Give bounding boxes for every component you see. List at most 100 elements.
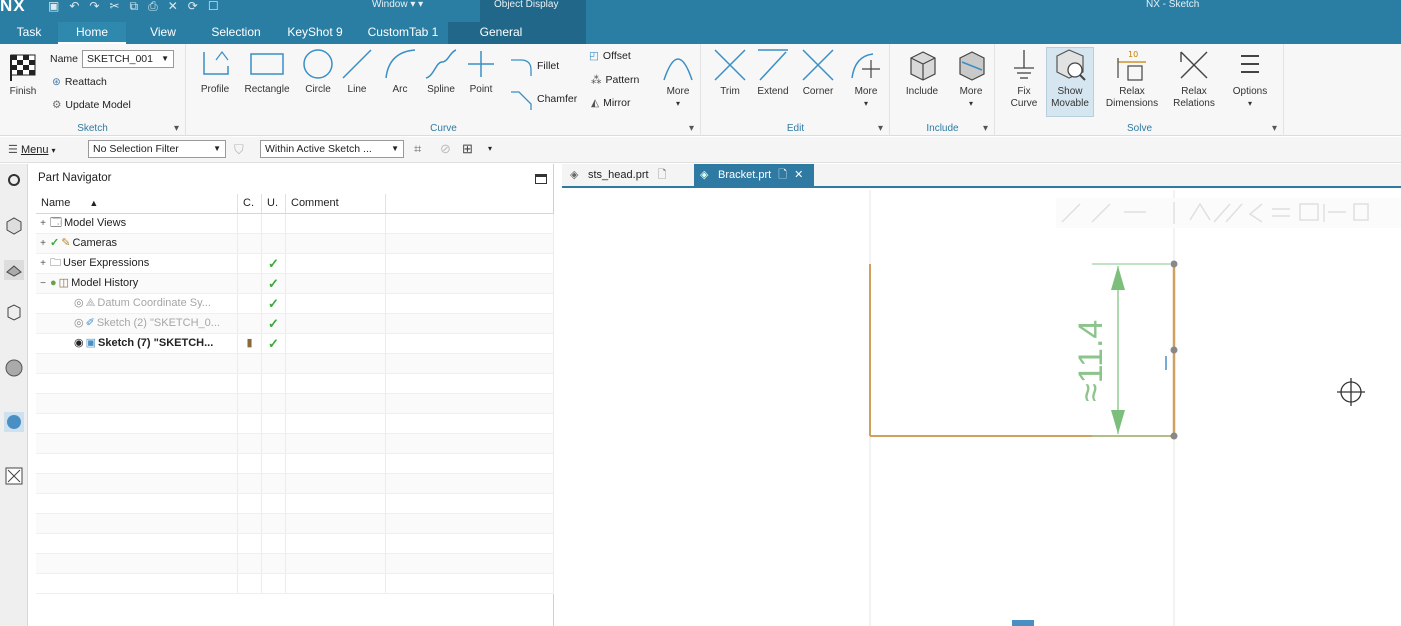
- group-expand-icon[interactable]: ▾: [1272, 123, 1277, 134]
- point-tool[interactable]: Point: [463, 48, 499, 96]
- relax-dimensions-button[interactable]: 10 Relax Dimensions: [1100, 48, 1164, 110]
- window-toggle-icon[interactable]: ☐: [208, 0, 219, 14]
- trim-tool[interactable]: Trim: [712, 48, 748, 98]
- current-column-header[interactable]: C.: [238, 194, 262, 213]
- redo-icon[interactable]: ↷: [89, 0, 99, 14]
- curve-endpoint[interactable]: [1170, 432, 1178, 440]
- options-button[interactable]: Options ▾: [1226, 48, 1274, 110]
- expand-icon[interactable]: +: [38, 254, 48, 273]
- assembly-navigator-icon[interactable]: [4, 216, 24, 236]
- group-expand-icon[interactable]: ▾: [878, 123, 883, 134]
- history-icon[interactable]: [4, 358, 24, 378]
- tree-row-user-expressions[interactable]: + 🗀 User Expressions ✓: [36, 254, 554, 274]
- tab-keyshot[interactable]: KeyShot 9: [272, 22, 358, 44]
- curve-more-button[interactable]: More ▾: [659, 48, 697, 110]
- pattern-button[interactable]: ⁂ Pattern: [591, 74, 639, 86]
- tree-row-model-views[interactable]: + 🗔 Model Views: [36, 214, 554, 234]
- graphics-window: ◈ sts_head.prt 🗋 ◈ Bracket.prt 🗋 ✕ ≈11.4: [562, 164, 1401, 626]
- roles-icon[interactable]: [4, 466, 24, 486]
- comment-column-header[interactable]: Comment: [286, 194, 386, 213]
- chamfer-button[interactable]: Chamfer: [509, 88, 577, 110]
- update-model-button[interactable]: ⚙ Update Model: [52, 99, 131, 111]
- sketch-name-dropdown[interactable]: SKETCH_001 ▼: [82, 50, 175, 68]
- tab-sts-head[interactable]: ◈ sts_head.prt 🗋: [564, 164, 688, 188]
- include-more-button[interactable]: More ▾: [951, 48, 991, 110]
- filter-icon[interactable]: ⛉: [234, 142, 244, 158]
- expand-icon[interactable]: +: [38, 234, 48, 253]
- rectangle-tool[interactable]: Rectangle: [239, 48, 295, 96]
- include-group-label: Include ▾: [891, 123, 994, 134]
- menu-button[interactable]: ☰ Menu ▾: [8, 143, 56, 156]
- tab-home[interactable]: Home: [58, 22, 126, 44]
- group-expand-icon[interactable]: ▾: [174, 123, 179, 134]
- curve-midpoint[interactable]: [1170, 346, 1178, 354]
- tree-row-sketch-2[interactable]: ◎ ✐ Sketch (2) "SKETCH_0... ✓: [36, 314, 554, 334]
- expand-icon[interactable]: +: [38, 214, 48, 233]
- close-icon[interactable]: ✕: [168, 0, 178, 14]
- reattach-button[interactable]: ⊛ Reattach: [52, 76, 107, 88]
- tab-task[interactable]: Task: [0, 22, 58, 44]
- tab-selection[interactable]: Selection: [200, 22, 272, 44]
- tree-row-sketch-7[interactable]: ◉ ▣ Sketch (7) "SKETCH... ▮ ✓: [36, 334, 554, 354]
- print-icon[interactable]: ⎙: [148, 0, 158, 14]
- edit-more-button[interactable]: More ▾: [848, 48, 884, 110]
- eye-visible-icon[interactable]: ◉: [74, 334, 84, 353]
- arc-tool[interactable]: Arc: [383, 48, 417, 96]
- offset-button[interactable]: ◰ Offset: [589, 50, 631, 62]
- tree-row-datum-csys[interactable]: ◎ ⟁ Datum Coordinate Sy... ✓: [36, 294, 554, 314]
- vertical-dimension[interactable]: ≈11.4: [1072, 263, 1170, 437]
- uptodate-column-header[interactable]: U.: [262, 194, 286, 213]
- undo-icon[interactable]: ↶: [69, 0, 79, 14]
- copy-icon[interactable]: ⧉: [130, 0, 139, 14]
- fillet-button[interactable]: Fillet: [509, 56, 559, 76]
- group-expand-icon[interactable]: ▾: [983, 123, 988, 134]
- group-expand-icon[interactable]: ▾: [689, 123, 694, 134]
- corner-tool[interactable]: Corner: [796, 48, 840, 98]
- window-menu[interactable]: Window ▾ ▾: [372, 0, 423, 10]
- spline-tool[interactable]: Spline: [421, 48, 461, 96]
- tab-general[interactable]: General: [448, 22, 554, 44]
- folder-icon: 🗀: [50, 257, 61, 269]
- mirror-button[interactable]: ◭ Mirror: [591, 97, 631, 109]
- settings-gear-icon[interactable]: [4, 170, 24, 190]
- name-column-header[interactable]: Name ▲: [36, 194, 238, 213]
- reuse-library-icon[interactable]: [4, 302, 24, 322]
- part-navigator-icon[interactable]: [4, 260, 24, 280]
- circle-tool[interactable]: Circle: [299, 48, 337, 96]
- dimension-value[interactable]: ≈11.4: [1072, 320, 1110, 402]
- show-movable-button[interactable]: Show Movable: [1046, 47, 1094, 117]
- include-button[interactable]: Include: [899, 48, 945, 98]
- arc-label: Arc: [392, 84, 408, 95]
- object-display-label: Object Display: [494, 0, 559, 10]
- deselect-icon[interactable]: ⊘: [440, 141, 451, 157]
- snap-point-icon[interactable]: ⊞: [462, 141, 473, 157]
- repeat-command-icon[interactable]: ⟳: [188, 0, 198, 14]
- finish-button[interactable]: Finish: [6, 52, 40, 98]
- curve-endpoint[interactable]: [1170, 260, 1178, 268]
- extend-tool[interactable]: Extend: [752, 48, 794, 98]
- collapse-icon[interactable]: −: [38, 274, 48, 293]
- sketch-canvas[interactable]: ≈11.4: [562, 190, 1401, 626]
- relax-relations-button[interactable]: Relax Relations: [1166, 48, 1222, 110]
- profile-tool[interactable]: Profile: [195, 48, 235, 96]
- cut-icon[interactable]: ✂: [109, 0, 119, 14]
- tab-view[interactable]: View: [126, 22, 200, 44]
- maximize-icon[interactable]: [535, 174, 547, 184]
- tree-row-cameras[interactable]: + ✓ ✎ Cameras: [36, 234, 554, 254]
- chevron-down-icon[interactable]: ▾: [488, 144, 492, 153]
- selection-scope-dropdown[interactable]: Within Active Sketch ... ▼: [260, 140, 404, 158]
- line-tool[interactable]: Line: [339, 48, 375, 96]
- uptodate-check-icon: ✓: [268, 256, 279, 271]
- web-browser-icon[interactable]: [4, 412, 24, 432]
- tree-row-model-history[interactable]: − ● ◫ Model History ✓: [36, 274, 554, 294]
- tab-bracket[interactable]: ◈ Bracket.prt 🗋 ✕: [694, 164, 814, 188]
- tab-customtab[interactable]: CustomTab 1: [358, 22, 448, 44]
- fix-curve-button[interactable]: Fix Curve: [1004, 48, 1044, 110]
- close-tab-icon[interactable]: ✕: [794, 169, 803, 181]
- select-all-icon[interactable]: ⌗: [414, 141, 421, 157]
- selection-filter-dropdown[interactable]: No Selection Filter ▼: [88, 140, 226, 158]
- eye-hidden-icon[interactable]: ◎: [74, 314, 84, 333]
- save-icon[interactable]: ▣: [48, 0, 59, 14]
- eye-hidden-icon[interactable]: ◎: [74, 294, 84, 313]
- empty-row: [36, 514, 554, 534]
